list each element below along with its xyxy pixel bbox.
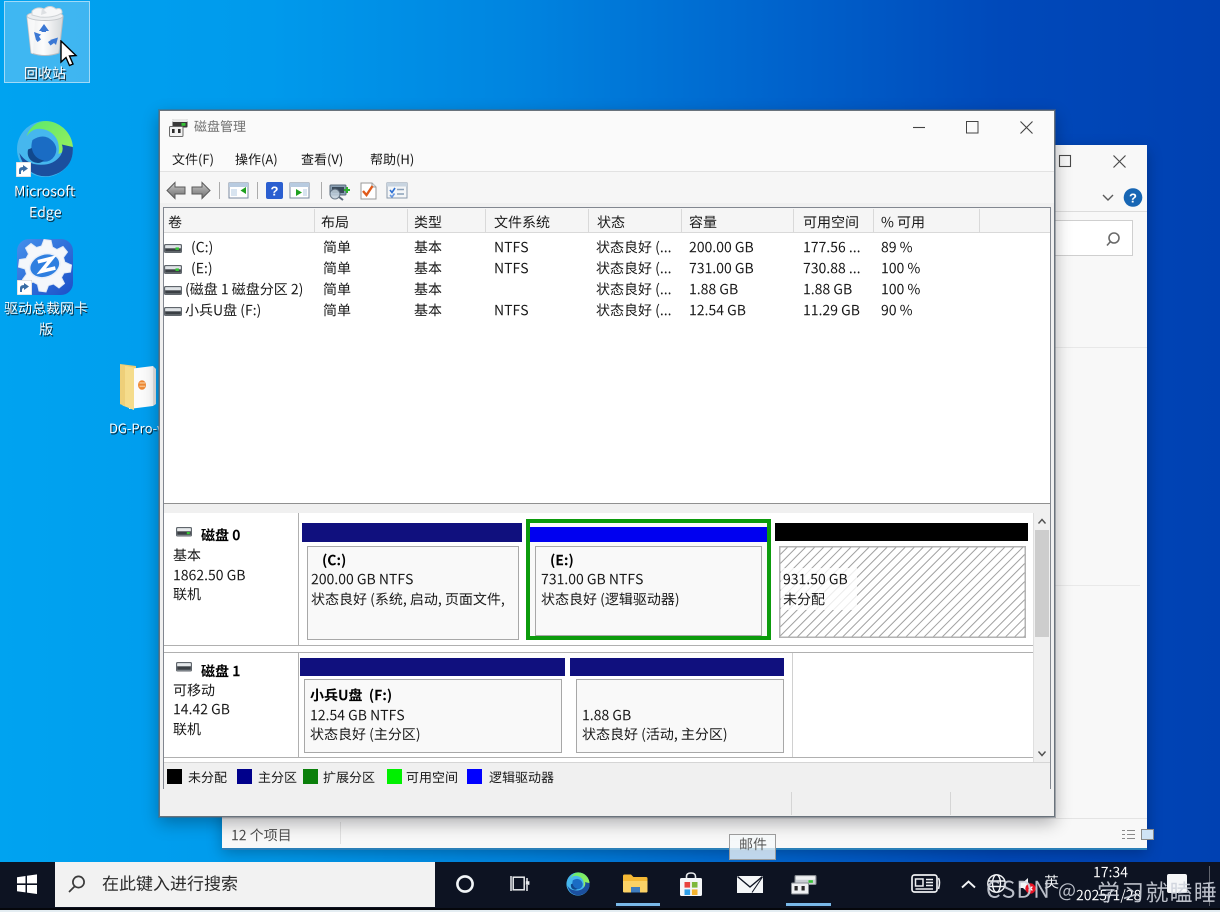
svg-text:?: ? bbox=[271, 184, 279, 199]
svg-text:?: ? bbox=[1129, 190, 1137, 205]
